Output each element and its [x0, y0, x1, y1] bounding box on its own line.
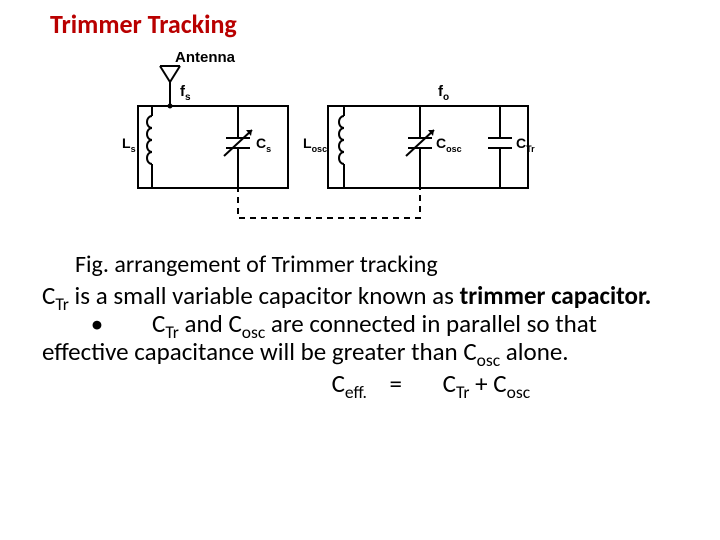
- ls-label: Ls: [122, 135, 136, 154]
- cosc-label: Cosc: [436, 135, 462, 154]
- cs-label: Cs: [256, 135, 271, 154]
- ctr-term-2: CTr: [152, 308, 179, 339]
- fo-label: fo: [438, 83, 449, 103]
- fs-label: fs: [180, 83, 191, 103]
- equation: Ceff. = CTr + Cosc: [42, 370, 682, 398]
- antenna-label: Antenna: [175, 49, 236, 66]
- trimmer-circuit-diagram: Antenna fs Ls Cs fo: [120, 48, 560, 238]
- body-text: CTr is a small variable capacitor known …: [42, 282, 682, 398]
- trimmer-capacitor-bold: trimmer capacitor.: [460, 280, 652, 311]
- bullet-icon: •: [42, 310, 152, 338]
- ctr-term: CTr: [42, 280, 69, 311]
- ctr-label: CTr: [516, 135, 535, 154]
- figure-caption: Fig. arrangement of Trimmer tracking: [75, 250, 438, 279]
- page-title: Trimmer Tracking: [50, 8, 237, 40]
- losc-label: Losc: [303, 135, 327, 154]
